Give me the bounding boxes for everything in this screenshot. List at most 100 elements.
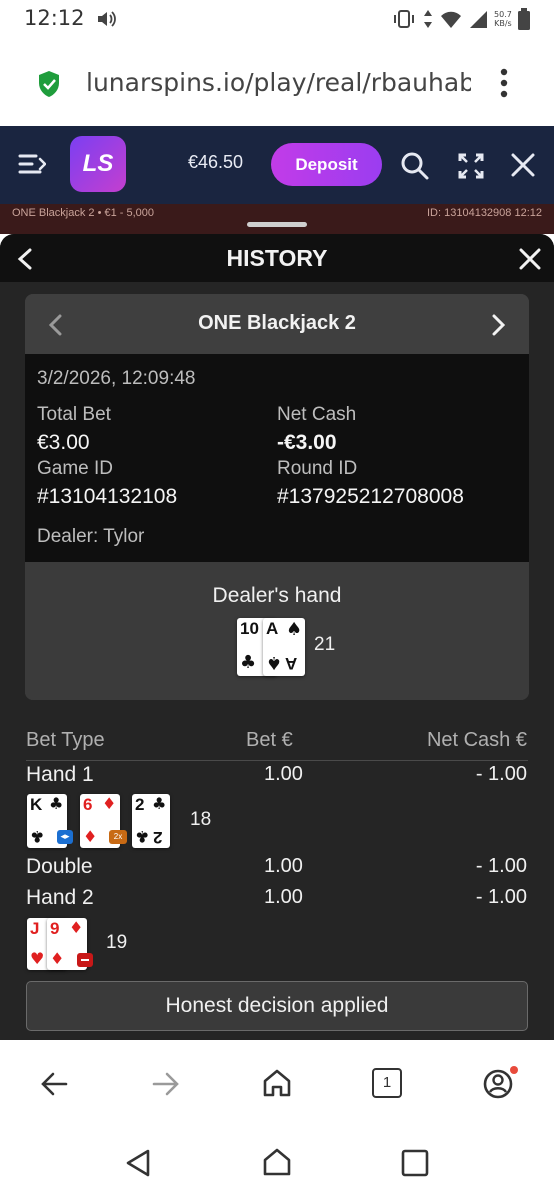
- battery-icon: [517, 8, 530, 30]
- hand1-card-1: K ♣ ♣ ◂▸: [27, 794, 73, 848]
- status-time: 12:12: [24, 6, 85, 30]
- system-back-icon[interactable]: [124, 1148, 152, 1178]
- diamond-icon-bottom: ♦: [83, 827, 98, 846]
- round-id-value: #137925212708008: [277, 485, 464, 508]
- dealer-name: Dealer: Tylor: [37, 526, 145, 547]
- card-rank: 6: [83, 795, 93, 814]
- heart-icon: ♥: [30, 949, 45, 968]
- close-game-icon[interactable]: [510, 152, 536, 178]
- status-bar: 12:12 50.7 KB/s: [0, 0, 554, 40]
- row-hand2-bet: 1.00: [264, 886, 303, 908]
- game-name: ONE Blackjack 2: [198, 312, 356, 334]
- hand2-card-2: 9 ♦ ♦: [47, 918, 93, 970]
- close-icon[interactable]: [519, 248, 541, 270]
- tabs-icon[interactable]: 1: [372, 1068, 402, 1098]
- club-icon: ♣: [49, 794, 64, 813]
- row-double-bet: 1.00: [264, 855, 303, 877]
- round-card: ONE Blackjack 2 3/2/2026, 12:09:48 Total…: [25, 294, 529, 700]
- history-title: HISTORY: [226, 245, 328, 271]
- site-logo[interactable]: LS: [70, 136, 126, 192]
- site-logo-text: LS: [82, 150, 114, 177]
- round-info: 3/2/2026, 12:09:48 Total Bet €3.00 Game …: [25, 354, 529, 562]
- fullscreen-icon[interactable]: [457, 152, 485, 180]
- card-rank: 2: [135, 795, 145, 814]
- history-header: HISTORY: [0, 234, 554, 282]
- diamond-icon: ♦: [102, 794, 117, 813]
- double-badge: 2x: [109, 830, 127, 844]
- row-double-net: - 1.00: [475, 855, 527, 877]
- game-id-value: #13104132108: [37, 485, 178, 508]
- col-bet-type: Bet Type: [26, 729, 105, 751]
- hand1-card-3: 2 ♣ ♣ 2: [132, 794, 170, 848]
- total-bet-value: €3.00: [37, 431, 90, 454]
- hand2-total: 19: [106, 932, 128, 953]
- row-hand2-net: - 1.00: [475, 886, 527, 908]
- diamond-icon: ♦: [69, 918, 84, 937]
- card-rank-inverted: 2: [153, 828, 163, 847]
- round-datetime: 3/2/2026, 12:09:48: [37, 368, 196, 389]
- dealer-total: 21: [314, 634, 336, 655]
- account-icon[interactable]: [482, 1066, 518, 1100]
- browser-menu-icon[interactable]: [500, 68, 508, 98]
- net-cash-label: Net Cash: [277, 404, 357, 425]
- club-icon: ♣: [152, 794, 167, 813]
- table-divider: [26, 760, 528, 761]
- net-cash-value: -€3.00: [277, 431, 337, 454]
- diamond-icon-bottom: ♦: [50, 949, 65, 968]
- row-hand1-type: Hand 1: [26, 763, 94, 786]
- hand1-card-2: 6 ♦ ♦ 2x: [80, 794, 127, 848]
- club-icon: ♣: [240, 652, 257, 673]
- row-hand2-type: Hand 2: [26, 886, 94, 909]
- browser-back-icon[interactable]: [40, 1071, 68, 1097]
- secure-shield-icon[interactable]: [37, 70, 61, 98]
- row-double-type: Double: [26, 855, 93, 878]
- card-rank: A: [266, 619, 279, 638]
- card-rank: K: [30, 795, 43, 814]
- col-bet: Bet €: [246, 729, 293, 751]
- net-speed: 50.7 KB/s: [494, 10, 512, 28]
- split-badge-icon: ◂▸: [57, 830, 73, 844]
- balance: €46.50: [188, 152, 244, 172]
- dealer-hand-area: Dealer's hand 10 ♣ A ♠ A ♠ 21: [25, 562, 529, 700]
- vibrate-icon: [394, 10, 414, 28]
- signal-icon: [470, 11, 487, 28]
- spade-icon-inverted: ♠: [266, 652, 283, 673]
- url-text[interactable]: lunarspins.io/play/real/rbauhaba: [86, 68, 471, 97]
- home-icon[interactable]: [262, 1068, 292, 1098]
- game-nav: ONE Blackjack 2: [25, 294, 529, 354]
- col-net-cash: Net Cash €: [426, 729, 527, 751]
- game-strip-right: ID: 13104132908 12:12: [427, 207, 542, 219]
- browser-forward-icon[interactable]: [152, 1071, 180, 1097]
- system-home-icon[interactable]: [262, 1147, 292, 1177]
- next-round-icon[interactable]: [491, 314, 507, 336]
- club-icon-inverted: ♣: [30, 827, 45, 846]
- system-recents-icon[interactable]: [401, 1149, 429, 1177]
- spade-icon: ♠: [286, 619, 303, 640]
- hand1-total: 18: [190, 809, 212, 830]
- wifi-icon: [441, 11, 461, 28]
- search-icon[interactable]: [400, 151, 430, 181]
- minus-badge-icon: [77, 953, 93, 967]
- row-hand1-bet: 1.00: [264, 763, 303, 785]
- system-nav-bar: [0, 1130, 554, 1200]
- dealer-card-2: A ♠ A ♠: [263, 618, 305, 676]
- club-icon-inverted: ♣: [135, 827, 150, 846]
- card-rank-inverted: A: [285, 654, 298, 673]
- row-hand1-net: - 1.00: [475, 763, 527, 785]
- round-id-label: Round ID: [277, 458, 358, 479]
- volume-icon: [98, 11, 116, 27]
- history-panel: HISTORY ONE Blackjack 2 3/2/2026, 12:09:…: [0, 234, 554, 1040]
- data-arrows-icon: [424, 10, 432, 28]
- drag-handle[interactable]: [247, 222, 307, 227]
- browser-nav-bar: 1: [0, 1040, 554, 1130]
- total-bet-label: Total Bet: [37, 404, 111, 425]
- card-rank: 9: [50, 919, 60, 938]
- deposit-button[interactable]: Deposit: [271, 143, 382, 186]
- menu-icon[interactable]: [18, 153, 46, 175]
- card-rank: 10: [240, 619, 259, 638]
- honest-decision-button[interactable]: Honest decision applied: [26, 981, 528, 1031]
- dealer-hand-label: Dealer's hand: [212, 584, 342, 607]
- game-strip-left: ONE Blackjack 2 • €1 - 5,000: [12, 207, 155, 219]
- card-rank: J: [30, 919, 40, 938]
- game-id-label: Game ID: [37, 458, 114, 479]
